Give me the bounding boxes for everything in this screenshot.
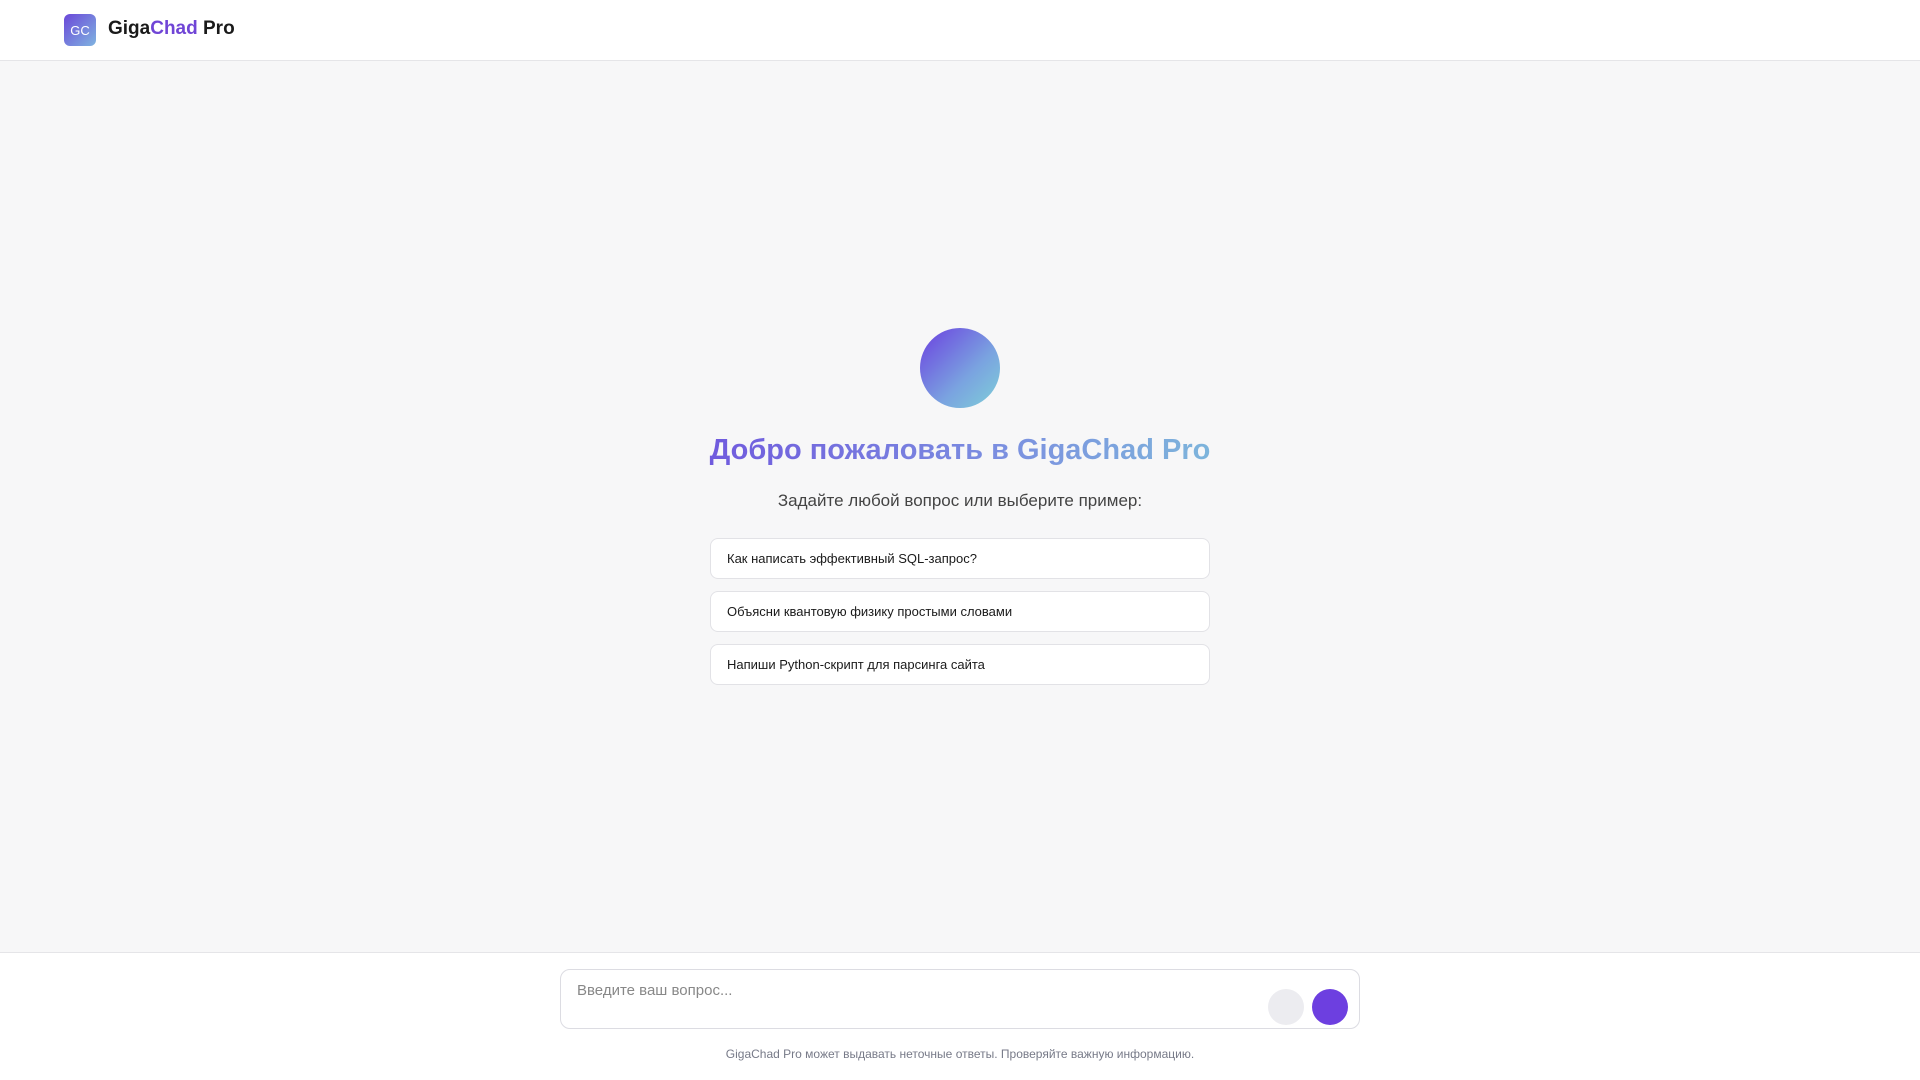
send-button[interactable] — [1312, 989, 1348, 1025]
brand-part-pro: Pro — [197, 18, 235, 39]
example-prompt-python[interactable]: Напиши Python-скрипт для парсинга сайта — [710, 644, 1210, 685]
app-header: GC GigaChad Pro — [0, 0, 1920, 61]
example-prompt-sql[interactable]: Как написать эффективный SQL-запрос? — [710, 538, 1210, 579]
assistant-avatar — [920, 328, 1000, 408]
menu-icon[interactable] — [20, 14, 52, 46]
example-prompt-quantum[interactable]: Объясни квантовую физику простыми словам… — [710, 591, 1210, 632]
logo-badge: GC — [64, 14, 96, 46]
composer-box — [560, 969, 1360, 1029]
welcome-subtitle: Задайте любой вопрос или выберите пример… — [777, 491, 1143, 510]
settings-icon[interactable] — [1870, 14, 1902, 46]
attach-button[interactable] — [1268, 989, 1304, 1025]
brand-part-giga: Giga — [108, 18, 151, 39]
brand-part-chad: Chad — [150, 18, 198, 39]
disclaimer-text: GigaChad Pro может выдавать неточные отв… — [725, 1047, 1195, 1061]
app-title: GigaChad Pro — [108, 18, 235, 40]
welcome-title: Добро пожаловать в GigaChad Pro — [560, 434, 1360, 467]
message-input[interactable] — [577, 982, 1257, 1018]
